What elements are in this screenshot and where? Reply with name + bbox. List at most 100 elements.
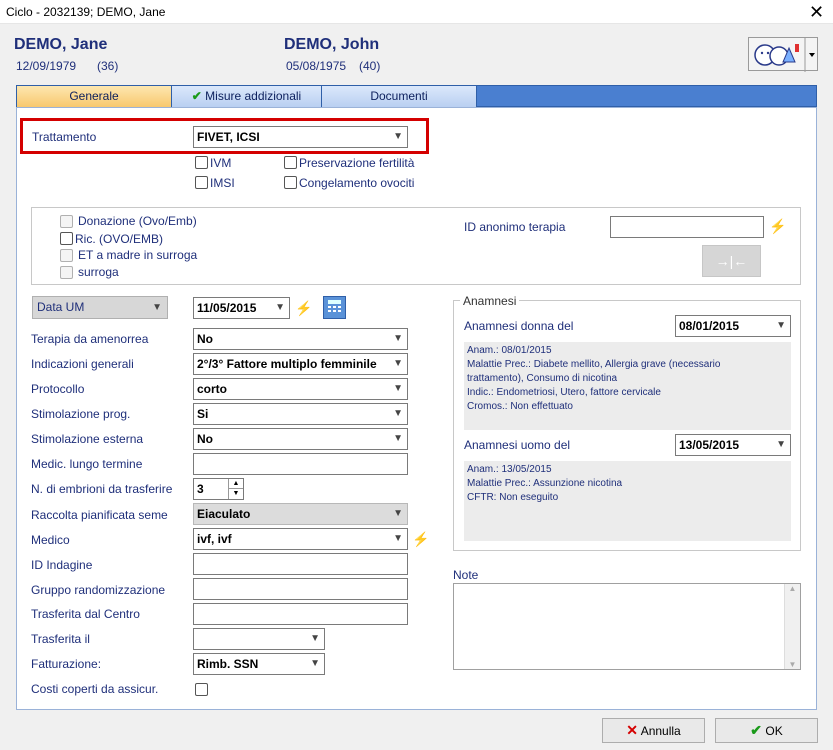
- fatturazione-label: Fatturazione:: [31, 657, 102, 671]
- female-patient-name: DEMO, Jane: [14, 36, 108, 53]
- anamnesi-uomo-date[interactable]: 13/05/2015 ▼: [675, 434, 791, 456]
- summary-line: Malattie Prec.: Diabete mellito, Allergi…: [467, 359, 721, 370]
- chevron-down-icon: ▼: [393, 131, 403, 142]
- preservazione-checkbox[interactable]: [284, 156, 297, 169]
- ivm-checkbox[interactable]: [195, 156, 208, 169]
- n-embrioni-value: 3: [197, 482, 204, 496]
- protocollo-select[interactable]: corto ▼: [193, 378, 408, 400]
- terapia-amenorrea-select[interactable]: No ▼: [193, 328, 408, 350]
- annulla-label: Annulla: [640, 724, 681, 738]
- ric-label: Ric. (OVO/EMB): [75, 232, 164, 246]
- chevron-down-icon: ▼: [393, 333, 403, 344]
- stimolazione-prog-label: Stimolazione prog.: [31, 407, 131, 421]
- tab-generale[interactable]: Generale: [17, 86, 172, 107]
- summary-line: Anam.: 08/01/2015: [467, 345, 552, 356]
- calculator-icon[interactable]: [323, 296, 346, 319]
- scroll-up-icon[interactable]: ▲: [785, 584, 800, 593]
- indicazioni-generali-select[interactable]: 2°/3° Fattore multiplo femminile ▼: [193, 353, 408, 375]
- trasferita-il-select[interactable]: ▼: [193, 628, 325, 650]
- chevron-down-icon: ▼: [152, 302, 162, 313]
- imsi-checkbox[interactable]: [195, 176, 208, 189]
- spin-up-icon[interactable]: ▲: [228, 479, 243, 489]
- note-label: Note: [453, 568, 479, 582]
- anamnesi-uomo-label: Anamnesi uomo del: [464, 438, 571, 452]
- chevron-down-icon: ▼: [393, 433, 403, 444]
- medic-lungo-termine-input[interactable]: [193, 453, 408, 475]
- trattamento-label: Trattamento: [32, 130, 97, 144]
- anamnesi-uomo-summary: Anam.: 13/05/2015 Malattie Prec.: Assunz…: [464, 461, 791, 541]
- fatturazione-value: Rimb. SSN: [197, 657, 259, 671]
- annulla-button[interactable]: ✕ Annulla: [602, 718, 705, 743]
- donazione-checkbox[interactable]: [60, 215, 73, 228]
- ok-button[interactable]: ✔ OK: [715, 718, 818, 743]
- tab-documenti[interactable]: Documenti: [322, 86, 477, 107]
- ric-checkbox[interactable]: [60, 232, 73, 245]
- anamnesi-donna-date-value: 08/01/2015: [679, 319, 740, 333]
- id-anonimo-input[interactable]: [610, 216, 764, 238]
- chevron-down-icon: ▼: [393, 508, 403, 519]
- gruppo-randomizzazione-input[interactable]: [193, 578, 408, 600]
- trattamento-select[interactable]: FIVET, ICSI ▼: [193, 126, 408, 148]
- trasferita-centro-label: Trasferita dal Centro: [31, 607, 140, 621]
- data-um-date[interactable]: 11/05/2015 ▼: [193, 297, 290, 319]
- chevron-down-icon: ▼: [393, 383, 403, 394]
- anamnesi-donna-label: Anamnesi donna del: [464, 319, 574, 333]
- medico-select[interactable]: ivf, ivf ▼: [193, 528, 408, 550]
- stimolazione-esterna-label: Stimolazione esterna: [31, 432, 144, 446]
- fatturazione-select[interactable]: Rimb. SSN ▼: [193, 653, 325, 675]
- chevron-down-icon: ▼: [310, 633, 320, 644]
- ok-label: OK: [765, 724, 783, 738]
- trasferita-centro-input[interactable]: [193, 603, 408, 625]
- tab-misure-addizionali[interactable]: ✔ Misure addizionali: [172, 86, 322, 107]
- spin-down-icon[interactable]: ▼: [228, 489, 243, 499]
- summary-line: CFTR: Non eseguito: [467, 492, 559, 503]
- lightning-icon[interactable]: ⚡: [412, 531, 429, 548]
- stimolazione-esterna-select[interactable]: No ▼: [193, 428, 408, 450]
- checkmark-icon: ✔: [191, 89, 202, 103]
- scroll-down-icon[interactable]: ▼: [785, 660, 800, 669]
- chevron-down-icon: ▼: [776, 439, 786, 450]
- trattamento-value: FIVET, ICSI: [197, 130, 260, 144]
- data-um-selector[interactable]: Data UM ▼: [32, 296, 168, 319]
- chevron-down-icon: ▼: [393, 358, 403, 369]
- arrows-icon: →|←: [715, 253, 748, 269]
- couple-menu-button[interactable]: [748, 37, 818, 72]
- window-title: Ciclo - 2032139; DEMO, Jane: [6, 5, 166, 19]
- surroga-label: surroga: [78, 265, 119, 279]
- data-um-date-value: 11/05/2015: [197, 301, 257, 315]
- id-anonimo-label: ID anonimo terapia: [464, 220, 566, 234]
- n-embrioni-spinner[interactable]: 3 ▲ ▼: [193, 478, 244, 500]
- costi-coperti-label: Costi coperti da assicur.: [31, 682, 159, 696]
- imsi-label: IMSI: [210, 176, 235, 190]
- data-um-selector-label: Data UM: [37, 300, 85, 314]
- stimolazione-prog-select[interactable]: Si ▼: [193, 403, 408, 425]
- summary-line: trattamento), Consumo di nicotina: [467, 373, 618, 384]
- trasferita-il-label: Trasferita il: [31, 632, 90, 646]
- checkmark-icon: ✔: [750, 722, 763, 738]
- anamnesi-donna-date[interactable]: 08/01/2015 ▼: [675, 315, 791, 337]
- id-indagine-input[interactable]: [193, 553, 408, 575]
- note-textarea[interactable]: ▲ ▼: [453, 583, 801, 670]
- stimolazione-esterna-value: No: [197, 432, 213, 446]
- costi-coperti-checkbox[interactable]: [195, 683, 208, 696]
- chevron-down-icon: ▼: [393, 408, 403, 419]
- stimolazione-prog-value: Si: [197, 407, 209, 421]
- donazione-label: Donazione (Ovo/Emb): [78, 214, 197, 228]
- summary-line: Cromos.: Non effettuato: [467, 401, 573, 412]
- transfer-arrows-button[interactable]: →|←: [702, 245, 761, 277]
- lightning-icon[interactable]: ⚡: [295, 300, 312, 317]
- protocollo-value: corto: [197, 382, 227, 396]
- close-icon[interactable]: ✕: [800, 0, 833, 24]
- raccolta-seme-select[interactable]: Eiaculato ▼: [193, 503, 408, 525]
- surroga-checkbox[interactable]: [60, 266, 73, 279]
- congelamento-checkbox[interactable]: [284, 176, 297, 189]
- male-patient-dob: 05/08/1975: [286, 59, 347, 73]
- et-madre-checkbox[interactable]: [60, 249, 73, 262]
- chevron-down-icon: ▼: [275, 302, 285, 313]
- tab-documenti-label: Documenti: [370, 89, 428, 103]
- cancel-x-icon: ✕: [626, 722, 639, 738]
- lightning-icon[interactable]: ⚡: [769, 218, 786, 235]
- n-embrioni-label: N. di embrioni da trasferire: [31, 482, 173, 496]
- note-scrollbar[interactable]: ▲ ▼: [784, 584, 800, 669]
- medico-label: Medico: [31, 533, 70, 547]
